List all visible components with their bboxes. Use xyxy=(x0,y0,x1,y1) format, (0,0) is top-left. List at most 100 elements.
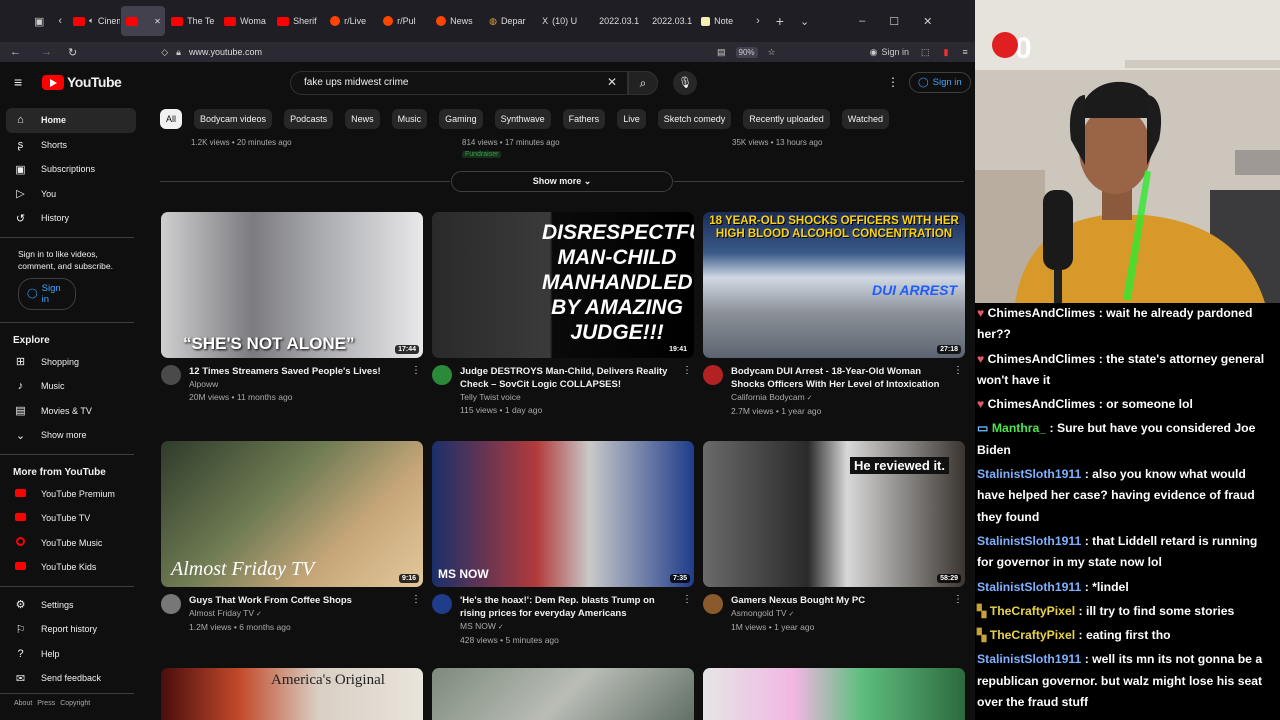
filter-chip[interactable]: Watched xyxy=(841,109,889,129)
list-tabs-icon[interactable]: ⌄ xyxy=(792,15,817,28)
search-button[interactable]: ⌕ xyxy=(628,71,658,95)
video-menu-icon[interactable]: ⋮ xyxy=(682,365,692,376)
maximize-window-button[interactable]: ☐ xyxy=(881,15,907,28)
browser-tab[interactable]: News xyxy=(431,6,483,36)
forward-icon[interactable]: → xyxy=(41,46,52,58)
close-tab-icon[interactable]: ✕ xyxy=(154,17,161,26)
new-tab-button[interactable]: + xyxy=(768,13,792,29)
scroll-tabs-left-icon[interactable]: ‹ xyxy=(52,15,68,27)
video-title[interactable]: 12 Times Streamers Saved People's Lives! xyxy=(189,365,404,378)
video-menu-icon[interactable]: ⋮ xyxy=(953,594,963,605)
video-card[interactable]: “SHE'S NOT ALONE” 17:44 12 Times Streamers… xyxy=(161,212,423,404)
video-title[interactable]: Gamers Nexus Bought My PC xyxy=(731,594,946,607)
url-field[interactable]: www.youtube.com xyxy=(189,47,262,57)
sidebar-signin-button[interactable]: ◯ Sign in xyxy=(18,277,76,310)
show-more-button[interactable]: Show more ⌄ xyxy=(451,171,673,192)
clear-search-icon[interactable]: ✕ xyxy=(607,75,617,89)
video-title[interactable]: Judge DESTROYS Man-Child, Delivers Reali… xyxy=(460,365,675,391)
sidebar-item-help[interactable]: ? Help xyxy=(0,642,148,667)
video-title[interactable]: Bodycam DUI Arrest - 18-Year-Old Woman S… xyxy=(731,365,946,391)
shield-icon[interactable]: ◇ xyxy=(161,47,168,58)
browser-tab[interactable]: The Te xyxy=(166,6,218,36)
scroll-tabs-right-icon[interactable]: › xyxy=(748,15,768,27)
sidebar-item-shorts[interactable]: ʂ Shorts xyxy=(0,133,148,158)
sidebar-item-youtube-music[interactable]: YouTube Music xyxy=(0,531,148,556)
account-icon[interactable]: ◉ xyxy=(870,47,878,58)
video-menu-icon[interactable]: ⋮ xyxy=(682,594,692,605)
sidebar-item-subscriptions[interactable]: ▣ Subscriptions xyxy=(0,157,148,182)
browser-tab[interactable]: Sherif xyxy=(272,6,324,36)
video-menu-icon[interactable]: ⋮ xyxy=(411,365,421,376)
partial-thumbnail-3[interactable] xyxy=(703,668,965,720)
sidebar-item-youtube-kids[interactable]: YouTube Kids xyxy=(0,555,148,580)
browser-tab[interactable]: 2022.03.1 xyxy=(643,6,695,36)
channel-name[interactable]: Alpoww xyxy=(189,379,218,389)
video-thumbnail[interactable]: MS NOW 7:35 xyxy=(432,441,694,587)
browser-tab[interactable]: Woma xyxy=(219,6,271,36)
filter-chip[interactable]: Gaming xyxy=(439,109,483,129)
audio-playing-icon[interactable]: 🔈︎ xyxy=(89,16,94,26)
guide-menu-icon[interactable]: ≡ xyxy=(14,74,22,90)
channel-avatar[interactable] xyxy=(161,365,181,385)
browser-signin-label[interactable]: Sign in xyxy=(881,47,909,57)
youtube-logo[interactable]: YouTube xyxy=(42,74,122,90)
channel-avatar[interactable] xyxy=(432,365,452,385)
sidebar-item-send-feedback[interactable]: ✉ Send feedback xyxy=(0,666,148,691)
browser-tab[interactable]: r/Live xyxy=(325,6,377,36)
filter-chip[interactable]: All xyxy=(160,109,183,129)
voice-search-button[interactable]: 🎙︎ xyxy=(673,71,697,95)
partial-thumbnail-2[interactable] xyxy=(432,668,694,720)
filter-chip[interactable]: News xyxy=(345,109,380,129)
tab-overview-icon[interactable]: ▣ xyxy=(0,15,52,28)
video-thumbnail[interactable]: 18 YEAR-OLD SHOCKS OFFICERS WITH HER HIG… xyxy=(703,212,965,358)
filter-chip[interactable]: Bodycam videos xyxy=(194,109,273,129)
browser-tab[interactable]: X (10) U xyxy=(537,6,589,36)
filter-chip[interactable]: Synthwave xyxy=(494,109,551,129)
reload-icon[interactable]: ↻ xyxy=(68,46,77,59)
app-menu-icon[interactable]: ≡ xyxy=(962,47,967,57)
footer-link[interactable]: Press xyxy=(37,700,55,707)
sidebar-item-shopping[interactable]: ⊞ Shopping xyxy=(0,350,148,375)
channel-avatar[interactable] xyxy=(161,594,181,614)
video-thumbnail[interactable]: Almost Friday TV 9:16 xyxy=(161,441,423,587)
sidebar-item-report-history[interactable]: ⚐ Report history xyxy=(0,617,148,642)
reader-view-icon[interactable]: ▤ xyxy=(717,47,726,58)
zoom-level[interactable]: 90% xyxy=(735,46,758,58)
browser-tab[interactable]: ✕ xyxy=(121,6,166,36)
settings-kebab-icon[interactable]: ⋮ xyxy=(887,75,899,89)
channel-name[interactable]: California Bodycam xyxy=(731,392,805,402)
partial-thumbnail-1[interactable]: America's Original xyxy=(161,668,423,720)
sidebar-item-music[interactable]: ♪ Music xyxy=(0,374,148,399)
filter-chip[interactable]: Podcasts xyxy=(284,109,334,129)
notifications-badge-icon[interactable]: ▮ xyxy=(944,47,949,58)
filter-chip[interactable]: Fathers xyxy=(562,109,606,129)
video-title[interactable]: 'He's the hoax!': Dem Rep. blasts Trump … xyxy=(460,594,675,620)
close-window-button[interactable]: ✕ xyxy=(915,15,940,28)
footer-link[interactable]: Copyright xyxy=(60,700,90,707)
video-card[interactable]: 18 YEAR-OLD SHOCKS OFFICERS WITH HER HIG… xyxy=(703,212,965,418)
browser-tab[interactable]: 🔈︎Cinem xyxy=(68,6,120,36)
sidebar-item-movies-tv[interactable]: ▤ Movies & TV xyxy=(0,399,148,424)
search-input[interactable]: fake ups midwest crime xyxy=(290,71,628,95)
footer-link[interactable]: About xyxy=(14,700,32,707)
back-icon[interactable]: ← xyxy=(10,46,21,58)
channel-avatar[interactable] xyxy=(703,365,723,385)
channel-name[interactable]: Almost Friday TV xyxy=(189,608,254,618)
browser-tab[interactable]: Note xyxy=(696,6,748,36)
filter-chip[interactable]: Recently uploaded xyxy=(743,109,830,129)
video-card[interactable]: DISRESPECTFUL MAN-CHILD MANHANDLED BY AM… xyxy=(432,212,694,417)
channel-name[interactable]: Asmongold TV xyxy=(731,608,787,618)
bookmark-star-icon[interactable]: ☆ xyxy=(768,47,776,58)
channel-name[interactable]: Telly Twist voice xyxy=(460,392,521,402)
sidebar-item-history[interactable]: ↺ History xyxy=(0,206,148,231)
extensions-icon[interactable]: ⬚ xyxy=(921,47,930,58)
video-card[interactable]: Almost Friday TV 9:16 Guys That Work From … xyxy=(161,441,423,634)
browser-tab[interactable]: r/Pul xyxy=(378,6,430,36)
browser-tab[interactable]: ◍ Depar xyxy=(484,6,536,36)
browser-tab[interactable]: 2022.03.1 xyxy=(590,6,642,36)
sidebar-item-you[interactable]: ▷ You xyxy=(0,182,148,207)
masthead-signin-button[interactable]: ◯ Sign in xyxy=(909,72,971,93)
video-card[interactable]: MS NOW 7:35 'He's the hoax!': Dem Rep. bla… xyxy=(432,441,694,647)
video-title[interactable]: Guys That Work From Coffee Shops xyxy=(189,594,404,607)
video-menu-icon[interactable]: ⋮ xyxy=(411,594,421,605)
